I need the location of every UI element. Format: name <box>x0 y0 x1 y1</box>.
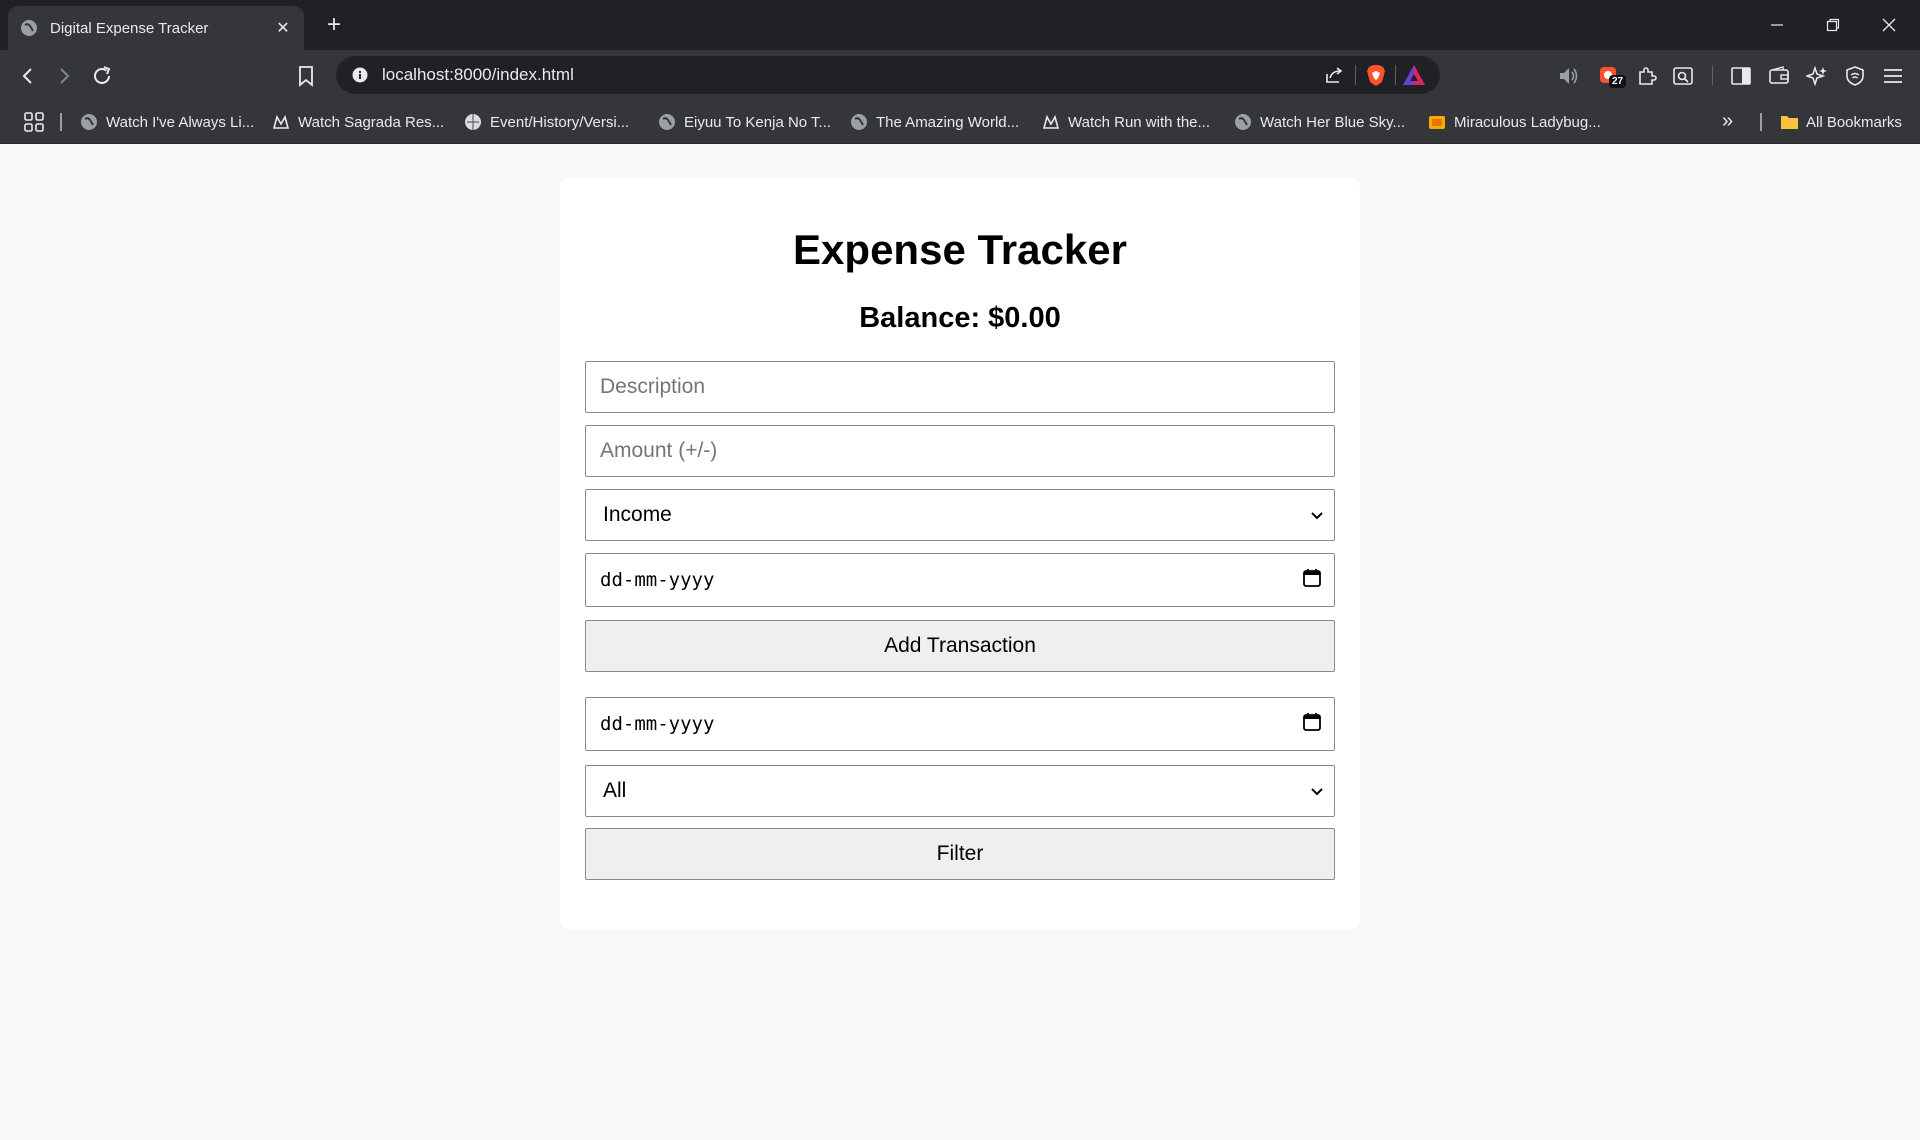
date-placeholder: dd-mm-yyyy <box>600 713 715 735</box>
amount-input[interactable] <box>586 439 1334 463</box>
crown-logo-icon <box>272 113 290 131</box>
bookmark-item[interactable]: Event/History/Versi... <box>464 110 629 134</box>
close-window-icon[interactable] <box>1866 10 1912 40</box>
bookmark-item[interactable]: Watch Her Blue Sky... <box>1234 110 1405 134</box>
type-select[interactable]: Income <box>585 489 1335 541</box>
brave-shields-icon[interactable] <box>1364 63 1388 87</box>
description-field[interactable] <box>585 361 1335 413</box>
tab-strip: Digital Expense Tracker ✕ + <box>0 0 1920 50</box>
bookmark-item[interactable]: Watch Run with the... <box>1042 110 1210 134</box>
globe-icon <box>850 113 868 131</box>
filter-type-value: All <box>603 779 627 802</box>
transaction-date-input[interactable]: dd-mm-yyyy <box>585 553 1335 607</box>
site-info-icon[interactable] <box>352 67 368 88</box>
tv-icon <box>1428 113 1446 131</box>
calendar-icon[interactable] <box>1302 712 1322 737</box>
speaker-icon[interactable] <box>1556 63 1582 89</box>
back-icon[interactable] <box>14 62 42 90</box>
tab-close-icon[interactable]: ✕ <box>272 18 294 38</box>
bookmark-label: The Amazing World... <box>876 113 1020 131</box>
forward-icon[interactable] <box>50 62 78 90</box>
filter-type-select[interactable]: All <box>585 765 1335 817</box>
wallet-icon[interactable] <box>1766 63 1792 89</box>
bookmark-item[interactable]: Miraculous Ladybug... <box>1428 110 1601 134</box>
more-bookmarks-chevron-icon[interactable]: » <box>1722 110 1733 133</box>
bookmark-label: Watch I've Always Li... <box>106 113 255 131</box>
bookmark-label: Miraculous Ladybug... <box>1454 113 1601 131</box>
bookmark-item[interactable]: Watch I've Always Li... <box>80 110 254 134</box>
bookmark-label: Watch Run with the... <box>1068 113 1211 131</box>
globe-icon <box>80 113 98 131</box>
page-title: Expense Tracker <box>793 226 1127 273</box>
description-input[interactable] <box>586 375 1334 399</box>
tab-title: Digital Expense Tracker <box>50 19 209 37</box>
menu-icon[interactable] <box>1880 63 1906 89</box>
wiki-globe-icon <box>464 113 482 131</box>
globe-icon <box>20 19 38 37</box>
restore-icon[interactable] <box>1810 10 1856 40</box>
apps-grid-icon[interactable] <box>22 110 46 134</box>
globe-icon <box>1234 113 1252 131</box>
bookmarks-divider <box>60 113 62 131</box>
extension-notification-icon[interactable]: 27 <box>1596 63 1627 89</box>
toolbar-divider <box>1712 65 1713 85</box>
all-bookmarks-folder[interactable]: All Bookmarks <box>1780 110 1902 134</box>
omnibox-divider <box>1355 65 1356 85</box>
sidebar-toggle-icon[interactable] <box>1728 63 1754 89</box>
bookmark-page-icon[interactable] <box>292 62 320 90</box>
bookmark-item[interactable]: Watch Sagrada Res... <box>272 110 444 134</box>
calendar-icon[interactable] <box>1302 568 1322 593</box>
bookmark-label: Watch Sagrada Res... <box>298 113 445 131</box>
url-text[interactable]: localhost:8000/index.html <box>382 65 574 85</box>
filter-date-input[interactable]: dd-mm-yyyy <box>585 697 1335 751</box>
notification-badge: 27 <box>1609 75 1627 88</box>
folder-icon <box>1780 113 1798 131</box>
bookmark-label: Eiyuu To Kenja No T... <box>684 113 832 131</box>
type-select-value: Income <box>603 503 672 526</box>
all-bookmarks-label: All Bookmarks <box>1806 113 1902 131</box>
new-tab-button[interactable]: + <box>320 12 348 40</box>
globe-icon <box>658 113 676 131</box>
brave-rewards-icon[interactable] <box>1402 64 1426 86</box>
browser-toolbar: localhost:8000/index.html 27 <box>0 50 1920 100</box>
browser-tab[interactable]: Digital Expense Tracker ✕ <box>8 6 304 50</box>
leo-ai-icon[interactable] <box>1804 63 1830 89</box>
page-search-icon[interactable] <box>1670 63 1696 89</box>
expense-tracker-card: Expense Tracker Balance: $0.00 Income dd… <box>560 178 1360 930</box>
address-bar[interactable]: localhost:8000/index.html <box>336 56 1440 94</box>
bookmark-item[interactable]: Eiyuu To Kenja No T... <box>658 110 831 134</box>
add-transaction-button[interactable]: Add Transaction <box>585 620 1335 672</box>
bookmark-label: Event/History/Versi... <box>490 113 630 131</box>
filter-button[interactable]: Filter <box>585 828 1335 880</box>
crown-logo-icon <box>1042 113 1060 131</box>
bookmark-item[interactable]: The Amazing World... <box>850 110 1019 134</box>
bookmark-label: Watch Her Blue Sky... <box>1260 113 1406 131</box>
amount-field[interactable] <box>585 425 1335 477</box>
vpn-shield-icon[interactable] <box>1842 63 1868 89</box>
share-icon[interactable] <box>1324 65 1344 90</box>
omnibox-divider <box>1395 65 1396 85</box>
bookmarks-bar: Watch I've Always Li... Watch Sagrada Re… <box>0 100 1920 144</box>
extensions-puzzle-icon[interactable] <box>1634 63 1660 89</box>
reload-icon[interactable] <box>88 62 116 90</box>
balance-display: Balance: $0.00 <box>859 302 1061 334</box>
date-placeholder: dd-mm-yyyy <box>600 569 715 591</box>
minimize-icon[interactable] <box>1754 10 1800 40</box>
chevron-down-icon <box>1310 503 1324 527</box>
chevron-down-icon <box>1310 779 1324 803</box>
bookmarks-divider <box>1760 113 1762 131</box>
